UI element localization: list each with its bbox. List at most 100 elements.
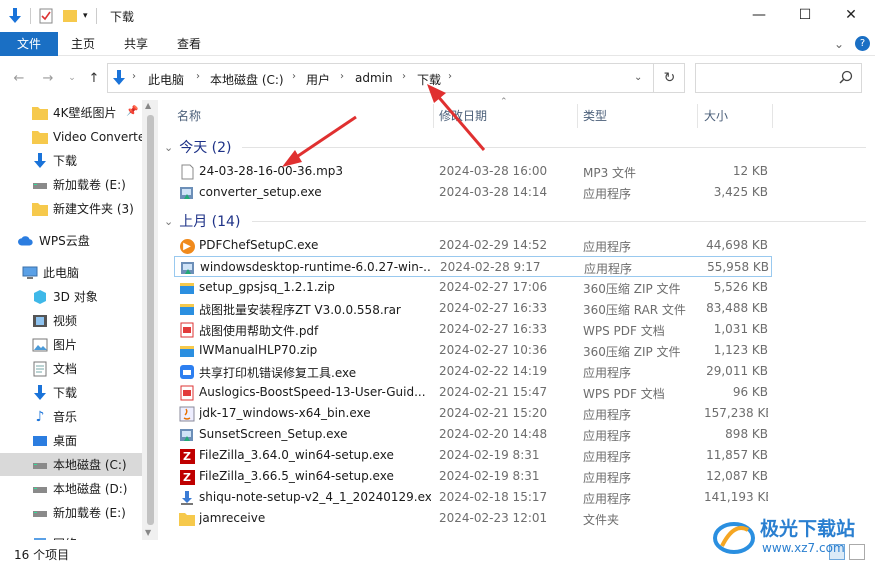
breadcrumb-users[interactable]: 用户 (306, 71, 330, 88)
file-size: 12 KB (732, 164, 768, 178)
sidebar-item[interactable]: 3D 对象 (0, 285, 142, 308)
file-row[interactable]: ▶ PDFChefSetupC.exe 2024-02-29 14:52 应用程序 44… (174, 235, 772, 256)
breadcrumb-local-disk-c[interactable]: 本地磁盘 (C:) (210, 71, 284, 88)
breadcrumb-admin[interactable]: admin (355, 71, 393, 85)
sidebar-item[interactable]: 下载 (0, 381, 142, 404)
navigation-pane: 4K壁纸图片 📌 Video Converte 下载 新加载卷 (E:) 新建文件夹 (3… (0, 100, 158, 540)
sidebar-item[interactable]: 新加载卷 (E:) (0, 173, 142, 196)
breadcrumb-separator[interactable]: › (448, 71, 452, 82)
address-bar[interactable]: › 此电脑 › 本地磁盘 (C:) › 用户 › admin › 下载 › ⌄ (107, 63, 685, 93)
sidebar-item[interactable]: 下载 (0, 149, 142, 172)
minimize-button[interactable]: — (736, 0, 782, 30)
file-row[interactable]: 共享打印机错误修复工具.exe 2024-02-22 14:19 应用程序 29,01… (174, 361, 772, 382)
breadcrumb-separator[interactable]: › (292, 71, 296, 82)
file-size: 141,193 KB (704, 490, 768, 504)
chevron-down-icon[interactable]: ⌄ (164, 141, 173, 154)
breadcrumb-separator[interactable]: › (132, 71, 136, 82)
address-dropdown-icon[interactable]: ⌄ (634, 72, 642, 83)
file-size: 11,857 KB (706, 448, 768, 462)
file-row[interactable]: windowsdesktop-runtime-6.0.27-win-... 202… (174, 256, 772, 277)
drive-icon (32, 481, 48, 497)
breadcrumb-downloads[interactable]: 下载 (417, 71, 441, 88)
scroll-down-icon[interactable]: ▼ (145, 528, 151, 537)
sidebar-scroll-thumb[interactable] (147, 115, 154, 525)
watermark: 极光下载站 www.xz7.com (712, 508, 875, 565)
new-folder-icon[interactable] (61, 7, 79, 25)
file-type: 应用程序 (583, 240, 632, 254)
installer-icon (179, 427, 195, 443)
customize-toolbar-icon[interactable]: ▾ (83, 11, 88, 21)
column-divider[interactable] (772, 104, 773, 128)
group-header[interactable]: ⌄ 今天 (2) (164, 137, 232, 157)
tab-share[interactable]: 共享 (114, 32, 158, 56)
sidebar-item[interactable]: 网络 (0, 532, 142, 540)
expand-ribbon-icon[interactable]: ⌄ (834, 37, 844, 51)
file-date: 2024-02-21 15:47 (439, 385, 548, 399)
close-button[interactable]: ✕ (828, 0, 874, 30)
column-header-date[interactable]: 修改日期 (439, 106, 487, 126)
recent-locations-button[interactable]: ⌄ (62, 68, 82, 88)
sidebar-item[interactable]: 本地磁盘 (D:) (0, 477, 142, 500)
sidebar-item[interactable]: 文档 (0, 357, 142, 380)
printer-icon (179, 364, 195, 380)
file-row[interactable]: Z FileZilla_3.66.5_win64-setup.exe 2024-02… (174, 466, 772, 487)
file-name: FileZilla_3.66.5_win64-setup.exe (199, 469, 394, 483)
tab-home[interactable]: 主页 (62, 32, 104, 56)
maximize-button[interactable]: ☐ (782, 0, 828, 30)
sidebar-item[interactable]: 新加载卷 (E:) (0, 501, 142, 524)
file-row[interactable]: 24-03-28-16-00-36.mp3 2024-03-28 16:00 MP3… (174, 161, 772, 182)
sidebar-item[interactable]: 4K壁纸图片 📌 (0, 101, 142, 124)
chevron-down-icon[interactable]: ⌄ (164, 215, 173, 228)
column-divider[interactable] (433, 104, 434, 128)
up-button[interactable]: ↑ (84, 68, 104, 88)
file-row[interactable]: Auslogics-BoostSpeed-13-User-Guid... 2024… (174, 382, 772, 403)
back-button[interactable]: ← (9, 68, 29, 88)
sidebar-item[interactable]: Video Converte (0, 125, 142, 148)
file-row[interactable]: jdk-17_windows-x64_bin.exe 2024-02-21 15:… (174, 403, 772, 424)
file-row[interactable]: 战图使用帮助文件.pdf 2024-02-27 16:33 WPS PDF 文档 1,… (174, 319, 772, 340)
sidebar-item[interactable]: 此电脑 (0, 261, 142, 284)
pin-icon[interactable]: 📌 (126, 106, 138, 117)
sidebar-item[interactable]: 本地磁盘 (C:) (0, 453, 142, 476)
tab-file[interactable]: 文件 (0, 32, 58, 56)
sidebar-item[interactable]: 视频 (0, 309, 142, 332)
sidebar-item[interactable]: 桌面 (0, 429, 142, 452)
file-size: 55,958 KB (707, 260, 769, 274)
file-row[interactable]: setup_gpsjsq_1.2.1.zip 2024-02-27 17:06 36… (174, 277, 772, 298)
column-header-name[interactable]: 名称 (177, 106, 201, 126)
breadcrumb-separator[interactable]: › (340, 71, 344, 82)
breadcrumb-separator[interactable]: › (402, 71, 406, 82)
help-icon[interactable]: ? (855, 36, 870, 51)
scroll-up-icon[interactable]: ▲ (145, 101, 151, 110)
breadcrumb-separator[interactable]: › (196, 71, 200, 82)
forward-button[interactable]: → (38, 68, 58, 88)
column-header-type[interactable]: 类型 (583, 106, 607, 126)
tab-view[interactable]: 查看 (168, 32, 210, 56)
column-divider[interactable] (577, 104, 578, 128)
sort-indicator-icon: ⌃ (500, 97, 508, 107)
file-date: 2024-03-28 14:14 (439, 185, 548, 199)
zip-icon (179, 343, 195, 359)
group-divider (242, 147, 866, 148)
breadcrumb-this-pc[interactable]: 此电脑 (148, 71, 184, 88)
file-row[interactable]: SunsetScreen_Setup.exe 2024-02-20 14:48 应用… (174, 424, 772, 445)
search-input[interactable] (695, 63, 862, 93)
file-row[interactable]: IWManualHLP70.zip 2024-02-27 10:36 360压缩 Z… (174, 340, 772, 361)
column-divider[interactable] (697, 104, 698, 128)
file-row[interactable]: Z FileZilla_3.64.0_win64-setup.exe 2024-02… (174, 445, 772, 466)
watermark-logo-icon (713, 522, 755, 554)
file-row[interactable]: converter_setup.exe 2024-03-28 14:14 应用程序 3… (174, 182, 772, 203)
file-type: 360压缩 ZIP 文件 (583, 282, 681, 296)
file-row[interactable]: jamreceive 2024-02-23 12:01 文件夹 (174, 508, 772, 529)
file-row[interactable]: shiqu-note-setup-v2_4_1_20240129.exe 2024… (174, 487, 772, 508)
sidebar-item[interactable]: WPS云盘 (0, 229, 142, 252)
refresh-button[interactable]: ↻ (653, 63, 685, 93)
column-header-size[interactable]: 大小 (704, 106, 728, 126)
download-arrow-icon[interactable] (6, 7, 24, 25)
sidebar-item[interactable]: 新建文件夹 (3) (0, 197, 142, 220)
group-header[interactable]: ⌄ 上月 (14) (164, 211, 240, 231)
sidebar-item[interactable]: ♪ 音乐 (0, 405, 142, 428)
sidebar-item[interactable]: 图片 (0, 333, 142, 356)
properties-icon[interactable] (37, 7, 55, 25)
file-row[interactable]: 战图批量安装程序ZT V3.0.0.558.rar 2024-02-27 16:3… (174, 298, 772, 319)
